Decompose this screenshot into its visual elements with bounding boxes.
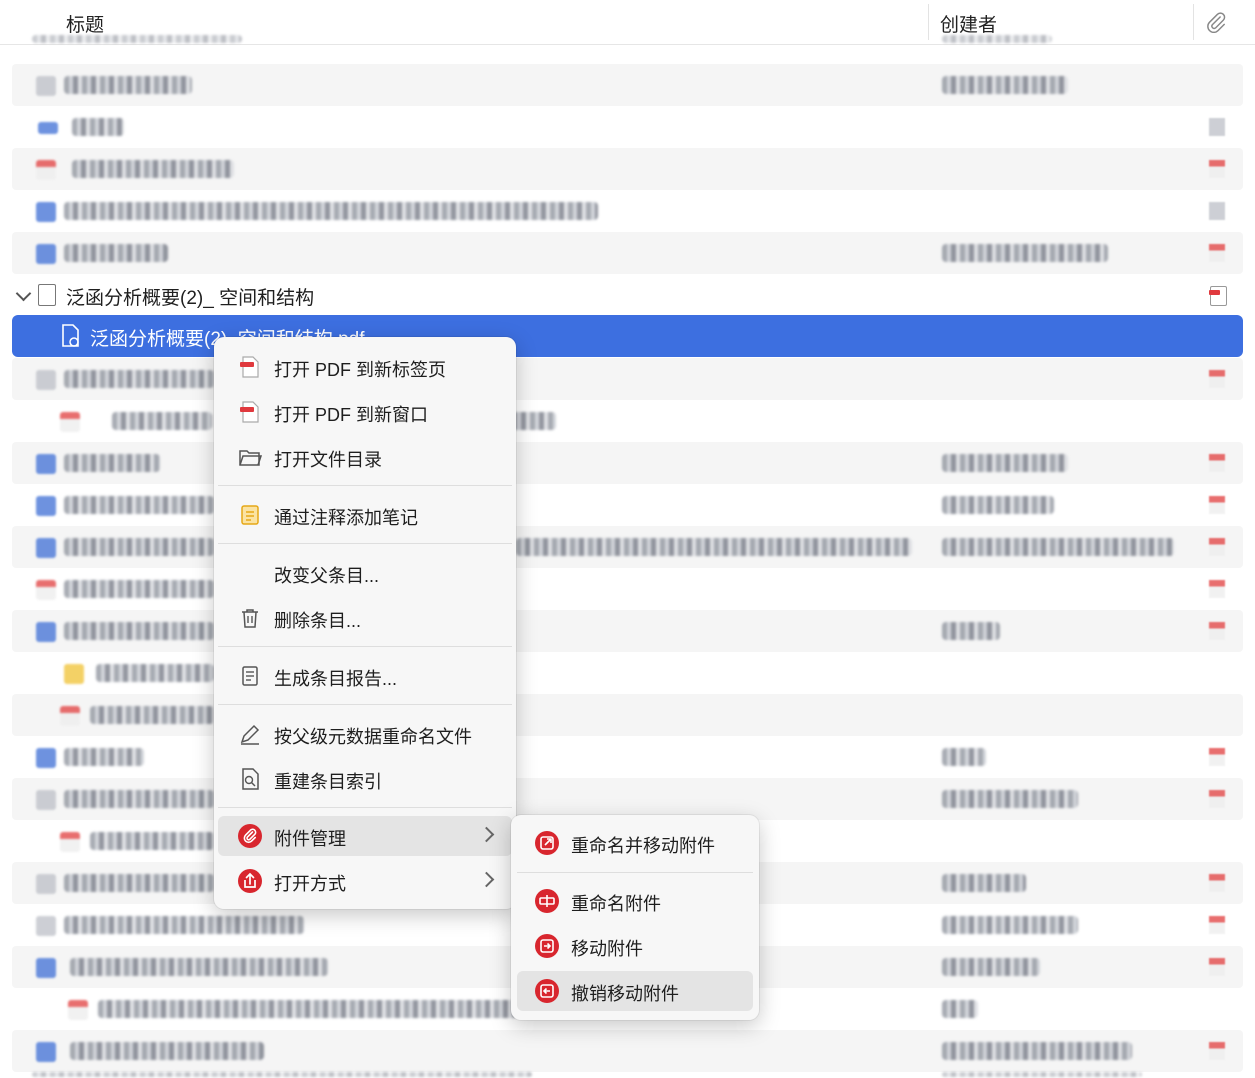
pdf-icon bbox=[240, 401, 259, 423]
table-row[interactable] bbox=[12, 190, 1243, 232]
menu-item-attachment-manager[interactable]: 附件管理 bbox=[218, 816, 512, 856]
menu-item-open-with[interactable]: 打开方式 bbox=[218, 861, 512, 901]
menu-item-label: 按父级元数据重命名文件 bbox=[274, 727, 472, 747]
pdf-attachment-icon bbox=[62, 324, 79, 347]
menu-item-label: 重建条目索引 bbox=[274, 772, 382, 792]
undo-move-icon bbox=[535, 979, 559, 1003]
open-with-icon bbox=[238, 869, 262, 893]
parent-item-row[interactable]: 泛函分析概要(2)_ 空间和结构 bbox=[12, 274, 1243, 316]
submenu-item-label: 移动附件 bbox=[571, 939, 643, 959]
menu-separator bbox=[218, 704, 512, 705]
report-icon bbox=[242, 666, 258, 686]
menu-item-reindex[interactable]: 重建条目索引 bbox=[218, 759, 512, 799]
table-row[interactable] bbox=[12, 778, 1243, 820]
table-row[interactable] bbox=[12, 484, 1243, 526]
table-row[interactable] bbox=[12, 694, 1243, 736]
menu-item-generate-report[interactable]: 生成条目报告... bbox=[218, 656, 512, 696]
menu-item-delete-item[interactable]: 删除条目... bbox=[218, 598, 512, 638]
submenu-item-label: 重命名并移动附件 bbox=[571, 836, 715, 856]
note-icon bbox=[241, 505, 259, 525]
menu-item-label: 生成条目报告... bbox=[274, 669, 398, 689]
attachment-manager-icon bbox=[238, 824, 262, 848]
menu-item-label: 通过注释添加笔记 bbox=[274, 508, 418, 528]
pencil-icon bbox=[240, 724, 260, 745]
document-icon bbox=[38, 284, 56, 306]
menu-separator bbox=[218, 646, 512, 647]
folder-icon bbox=[239, 450, 262, 466]
paperclip-icon[interactable] bbox=[1205, 11, 1227, 33]
table-row[interactable] bbox=[12, 232, 1243, 274]
submenu-item-rename[interactable]: 重命名附件 bbox=[517, 881, 753, 921]
creator-column-header[interactable]: 创建者 bbox=[940, 10, 997, 37]
table-row[interactable] bbox=[12, 1030, 1243, 1072]
menu-item-label: 附件管理 bbox=[274, 829, 346, 849]
table-row[interactable] bbox=[12, 442, 1243, 484]
chevron-down-icon[interactable] bbox=[15, 285, 32, 302]
table-row[interactable] bbox=[12, 400, 1243, 442]
menu-separator bbox=[218, 485, 512, 486]
menu-separator bbox=[517, 872, 753, 873]
table-row[interactable] bbox=[12, 1072, 1243, 1078]
menu-item-rename-from-parent[interactable]: 按父级元数据重命名文件 bbox=[218, 714, 512, 754]
menu-item-label: 删除条目... bbox=[274, 611, 362, 631]
table-row[interactable] bbox=[12, 526, 1243, 568]
trash-icon bbox=[242, 609, 258, 628]
menu-item-label: 改变父条目... bbox=[274, 566, 380, 586]
title-column-header[interactable]: 标题 bbox=[66, 10, 104, 37]
table-row[interactable] bbox=[12, 652, 1243, 694]
menu-item-open-folder[interactable]: 打开文件目录 bbox=[218, 437, 512, 477]
table-row[interactable] bbox=[12, 736, 1243, 778]
table-row[interactable] bbox=[12, 64, 1243, 106]
table-row[interactable] bbox=[12, 106, 1243, 148]
move-icon bbox=[535, 934, 559, 958]
rename-icon bbox=[535, 889, 559, 913]
selected-attachment-row[interactable]: 泛函分析概要(2)_空间和结构.pdf bbox=[12, 315, 1243, 357]
submenu-item-move[interactable]: 移动附件 bbox=[517, 926, 753, 966]
menu-item-label: 打开 PDF 到新窗口 bbox=[274, 405, 429, 425]
submenu-item-undo-move[interactable]: 撤销移动附件 bbox=[517, 971, 753, 1011]
parent-item-title: 泛函分析概要(2)_ 空间和结构 bbox=[66, 288, 315, 309]
menu-item-label: 打开 PDF 到新标签页 bbox=[274, 360, 447, 380]
table-row[interactable] bbox=[12, 358, 1243, 400]
menu-item-change-parent[interactable]: 改变父条目... bbox=[218, 553, 512, 593]
table-row[interactable] bbox=[12, 35, 1243, 49]
menu-item-label: 打开方式 bbox=[274, 874, 346, 894]
pdf-attachment-indicator-icon[interactable] bbox=[1209, 286, 1227, 306]
menu-separator bbox=[218, 807, 512, 808]
attachment-submenu: 重命名并移动附件 重命名附件 移动附件 撤销移动附件 bbox=[511, 815, 759, 1020]
table-row[interactable] bbox=[12, 148, 1243, 190]
menu-separator bbox=[218, 543, 512, 544]
chevron-right-icon bbox=[478, 826, 495, 843]
chevron-right-icon bbox=[478, 871, 495, 888]
submenu-item-label: 重命名附件 bbox=[571, 894, 661, 914]
menu-item-label: 打开文件目录 bbox=[274, 450, 382, 470]
menu-item-open-pdf-new-window[interactable]: 打开 PDF 到新窗口 bbox=[218, 392, 512, 432]
submenu-item-rename-and-move[interactable]: 重命名并移动附件 bbox=[517, 823, 753, 863]
submenu-item-label: 撤销移动附件 bbox=[571, 984, 679, 1004]
rename-move-icon bbox=[535, 831, 559, 855]
reindex-icon bbox=[242, 768, 259, 790]
context-menu: 打开 PDF 到新标签页 打开 PDF 到新窗口 打开文件目录 通过注释添加笔记… bbox=[214, 337, 516, 909]
pdf-icon bbox=[240, 356, 259, 378]
menu-item-open-pdf-new-tab[interactable]: 打开 PDF 到新标签页 bbox=[218, 347, 512, 387]
table-row[interactable] bbox=[12, 610, 1243, 652]
menu-item-add-note-from-annotations[interactable]: 通过注释添加笔记 bbox=[218, 495, 512, 535]
table-row[interactable] bbox=[12, 568, 1243, 610]
